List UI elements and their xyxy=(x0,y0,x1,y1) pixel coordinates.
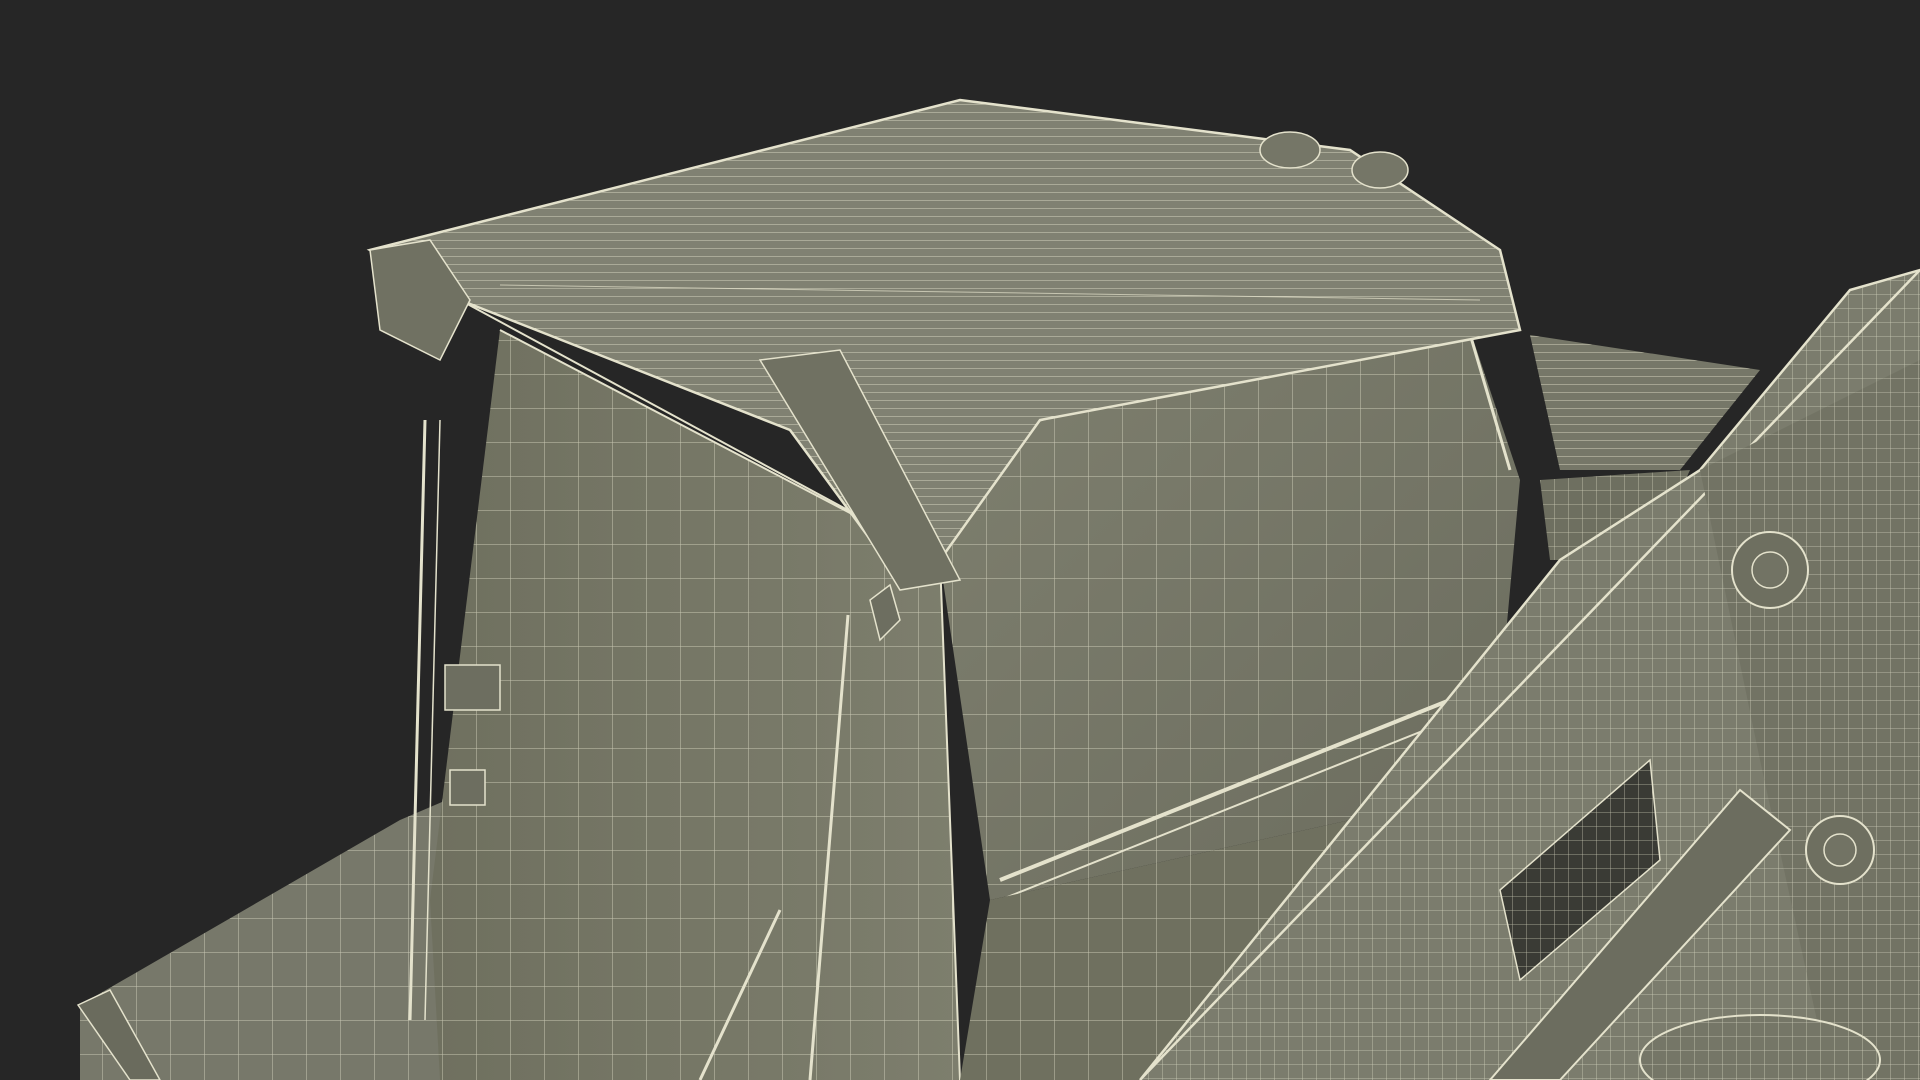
wireframe-render xyxy=(76,98,1920,1080)
render-viewport: wireframe-compact-track-loader-cab xyxy=(0,0,1920,1080)
